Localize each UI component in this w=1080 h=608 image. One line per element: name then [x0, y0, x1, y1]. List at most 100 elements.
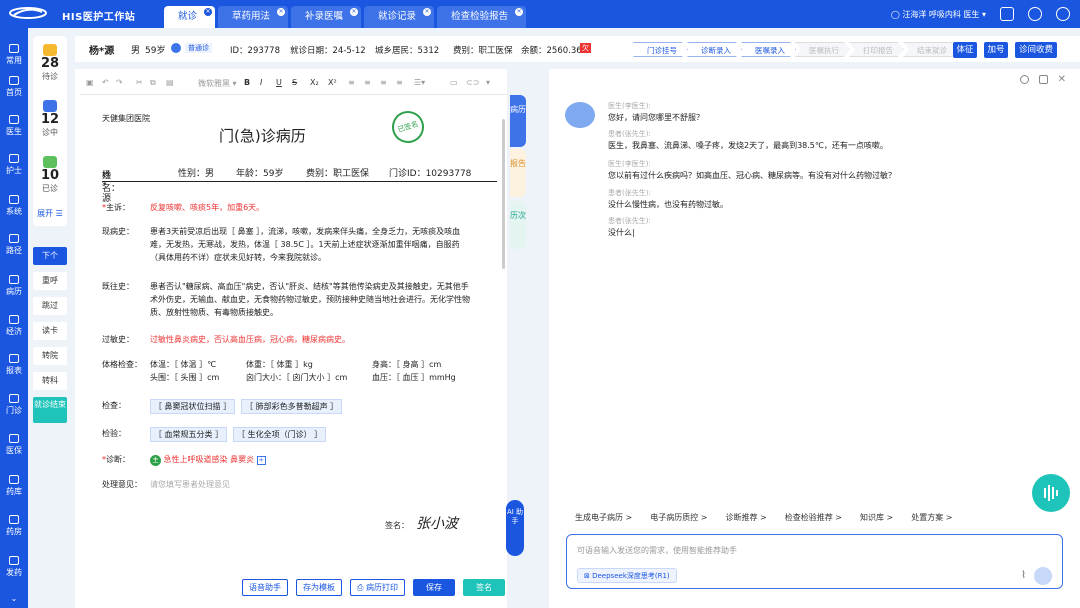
sidebar-item-system[interactable]: 系统 — [0, 195, 28, 217]
treatment-plan-button[interactable]: 处置方案 > — [905, 509, 959, 526]
allergy-value[interactable]: 过敏性鼻炎病史，否认高血压病，冠心病，糖尿病病史。 — [150, 333, 475, 346]
attach-icon[interactable]: ⌇ — [1021, 570, 1026, 581]
sidebar-item-path[interactable]: 路径 — [0, 234, 28, 256]
add-diagnosis-icon[interactable]: + — [256, 456, 266, 465]
tab-supplement-orders[interactable]: 补录医嘱 ✕ — [291, 6, 362, 28]
height-field[interactable]: 身高：［ 身高 ］cm — [372, 358, 441, 371]
record-qc-button[interactable]: 电子病历质控 > — [644, 509, 714, 526]
sidebar-item-warehouse[interactable]: 药库 — [0, 475, 28, 497]
fontanel-field[interactable]: 囟门大小：［ 囟门大小 ］cm — [246, 371, 347, 384]
sidebar-item-dispense[interactable]: 发药 — [0, 556, 28, 578]
sidebar-item-nurse[interactable]: 护士 — [0, 154, 28, 176]
scrollbar[interactable] — [502, 119, 505, 269]
check-item[interactable]: ［ 鼻窦冠状位扫描 ］ — [150, 399, 236, 414]
voice-assistant-button[interactable]: 语音助手 — [242, 579, 288, 596]
sidebar-item-pharmacy[interactable]: 药房 — [0, 515, 28, 537]
history-icon[interactable] — [1019, 75, 1029, 84]
close-icon[interactable]: ✕ — [350, 8, 359, 16]
deepseek-toggle[interactable]: ⊠ Deepseek深度思考(R1) — [577, 568, 677, 583]
copy-icon[interactable]: ⧉ — [150, 78, 156, 88]
print-record-button[interactable]: ⎙ 病历打印 — [350, 579, 405, 596]
sidebar-item-doctor[interactable]: 医生 — [0, 115, 28, 137]
skip-button[interactable]: 跳过 — [33, 297, 67, 315]
test-item[interactable]: ［ 生化全项（门诊） ］ — [233, 427, 327, 442]
sidebar-item-home[interactable]: 首页 — [0, 76, 28, 98]
justify-icon[interactable]: ≡ — [396, 78, 403, 87]
knowledge-base-button[interactable]: 知识库 > — [854, 509, 900, 526]
clinic-fee-button[interactable]: 诊间收费 — [1015, 42, 1057, 58]
save-button[interactable]: 保存 — [412, 579, 455, 596]
sign-button[interactable]: 签名 — [462, 579, 505, 596]
user-menu[interactable]: ◯ 汪海洋 呼吸内科 医生 ▾ — [891, 9, 986, 20]
voice-input-button[interactable] — [1032, 474, 1070, 512]
transfer-dept-button[interactable]: 转科 — [33, 372, 67, 390]
exam-recommend-button[interactable]: 检查检验推荐 > — [778, 509, 848, 526]
sidebar-item-insurance[interactable]: 医保 — [0, 434, 28, 456]
list-icon[interactable]: ☰▾ — [414, 78, 425, 87]
vtab-record[interactable]: 病历 — [510, 95, 526, 147]
queue-done[interactable]: 10 已诊 — [33, 156, 67, 194]
close-icon[interactable]: ✕ — [277, 8, 286, 16]
power-icon[interactable] — [1056, 7, 1070, 21]
align-right-icon[interactable]: ≡ — [380, 78, 387, 87]
superscript-icon[interactable]: X² — [328, 78, 337, 87]
cut-icon[interactable]: ✂ — [136, 78, 143, 87]
test-item[interactable]: ［ 血常规五分类 ］ — [150, 427, 228, 442]
plan-input[interactable]: 请您填写患者处理意见 — [150, 478, 475, 491]
tab-visit-records[interactable]: 就诊记录 ✕ — [364, 6, 435, 28]
strike-icon[interactable]: S — [292, 78, 297, 87]
head-circ-field[interactable]: 头围：［ 头围 ］cm — [150, 371, 219, 384]
diagnosis-recommend-button[interactable]: 诊断推荐 > — [719, 509, 773, 526]
sidebar-item-economy[interactable]: 经济 — [0, 315, 28, 337]
vtab-history[interactable]: 历次 — [510, 201, 526, 249]
complaint-value[interactable]: 反复咳嗽、咳痰5年，加重6天。 — [150, 201, 475, 214]
read-card-button[interactable]: 读卡 — [33, 322, 67, 340]
tab-exam-reports[interactable]: 检查检验报告 ✕ — [437, 6, 527, 28]
step-registration[interactable]: 门诊挂号 — [633, 42, 688, 57]
check-item[interactable]: ［ 肺部彩色多普勒超声 ］ — [241, 399, 343, 414]
diagnosis-value[interactable]: 急性上呼吸道感染 鼻窦炎 — [164, 455, 255, 464]
align-left-icon[interactable]: ≡ — [348, 78, 355, 87]
present-history-value[interactable]: 患者3天前受凉后出现［ 鼻塞 ］，流涕，咳嗽，发病来伴头痛，全身乏力，无咳痰及咳… — [150, 225, 475, 264]
subscript-icon[interactable]: X₂ — [310, 78, 319, 87]
queue-in-progress[interactable]: 12 诊中 — [33, 100, 67, 138]
step-print[interactable]: 打印报告 — [849, 42, 904, 57]
close-icon[interactable]: ✕ — [1058, 75, 1066, 85]
end-visit-button[interactable]: 就诊结束 — [33, 397, 67, 423]
past-history-value[interactable]: 患者否认"糖尿病、高血压"病史，否认"肝炎、结核"等其他传染病史及其接触史，无其… — [150, 280, 475, 319]
chat-input[interactable]: 可语音输入发送您的需求，使用智能推荐助手 ⊠ Deepseek深度思考(R1) … — [566, 534, 1063, 589]
transfer-hospital-button[interactable]: 转院 — [33, 347, 67, 365]
bell-icon[interactable] — [1000, 7, 1014, 21]
generate-record-button[interactable]: 生成电子病历 > — [569, 509, 639, 526]
send-button[interactable] — [1034, 567, 1052, 585]
tab-visit[interactable]: 就诊 ✕ — [164, 6, 216, 28]
vitals-button[interactable]: 体征 — [953, 42, 977, 58]
collapse-icon[interactable]: ⌄ — [0, 594, 28, 603]
step-finish[interactable]: 结束就诊 — [903, 42, 958, 57]
bold-icon[interactable]: B — [244, 78, 250, 87]
tab-herbal[interactable]: 草药用法 ✕ — [218, 6, 289, 28]
link-icon[interactable]: ⊂⊃ — [466, 78, 479, 87]
font-select[interactable]: 微软雅黑 ▾ — [198, 78, 237, 89]
redo-icon[interactable]: ↷ — [116, 78, 123, 87]
sidebar-item-outpatient[interactable]: 门诊 — [0, 394, 28, 416]
underline-icon[interactable]: U — [276, 78, 282, 87]
temperature-field[interactable]: 体温：［ 体温 ］℃ — [150, 358, 216, 371]
save-icon[interactable]: ▣ — [86, 78, 94, 87]
add-number-button[interactable]: 加号 — [984, 42, 1008, 58]
blood-pressure-field[interactable]: 血压：［ 血压 ］mmHg — [372, 371, 456, 384]
expand-button[interactable]: 展开 ☰ — [33, 208, 67, 224]
close-icon[interactable]: ✕ — [423, 8, 432, 16]
undo-icon[interactable]: ↶ — [102, 78, 109, 87]
more-icon[interactable]: ▾ — [486, 78, 490, 87]
step-diagnosis[interactable]: 诊断录入 — [687, 42, 742, 57]
align-center-icon[interactable]: ≡ — [364, 78, 371, 87]
recall-button[interactable]: 重呼 — [33, 272, 67, 290]
next-button[interactable]: 下个 — [33, 247, 67, 265]
vtab-report[interactable]: 报告 — [510, 149, 526, 197]
save-template-button[interactable]: 存为模板 — [296, 579, 342, 596]
step-orders[interactable]: 医嘱录入 — [741, 42, 796, 57]
sidebar-item-common[interactable]: 常用 — [0, 44, 28, 66]
paste-icon[interactable]: ▤ — [166, 78, 174, 87]
expand-icon[interactable] — [1038, 75, 1048, 84]
